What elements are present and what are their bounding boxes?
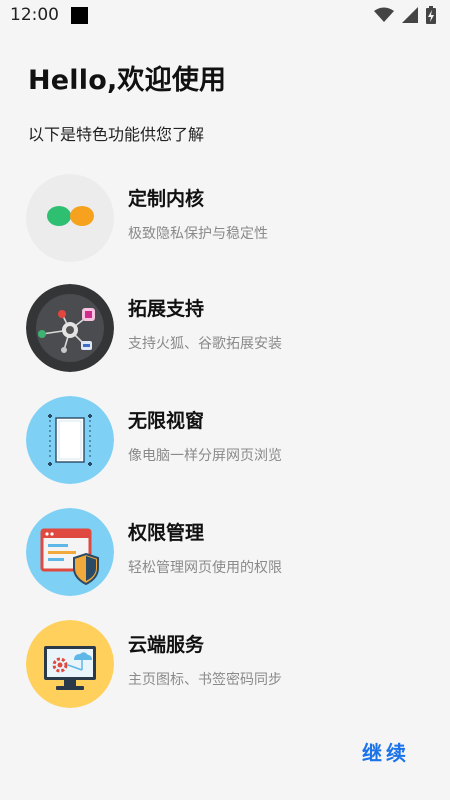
notification-square-icon [71, 6, 88, 24]
feature-title: 拓展支持 [128, 298, 205, 320]
feature-item-extension-support: 拓展支持 支持火狐、谷歌拓展安装 [26, 280, 426, 372]
custom-kernel-icon [26, 174, 114, 262]
feature-title: 定制内核 [128, 188, 205, 210]
feature-title: 云端服务 [128, 634, 205, 656]
extension-support-icon [26, 284, 114, 372]
feature-desc: 主页图标、书签密码同步 [128, 672, 282, 688]
battery-charging-icon [426, 6, 436, 24]
feature-item-unlimited-window: 无限视窗 像电脑一样分屏网页浏览 [26, 392, 426, 484]
feature-desc: 极致隐私保护与稳定性 [128, 226, 268, 242]
signal-icon [402, 7, 418, 23]
status-right [374, 6, 436, 24]
page-title: Hello,欢迎使用 [28, 65, 227, 96]
page-subtitle: 以下是特色功能供您了解 [28, 125, 205, 144]
status-left: 12:00 [10, 5, 88, 25]
feature-desc: 轻松管理网页使用的权限 [128, 560, 282, 576]
status-bar: 12:00 [0, 0, 450, 30]
feature-desc: 支持火狐、谷歌拓展安装 [128, 336, 282, 352]
permission-management-icon [26, 508, 114, 596]
status-time: 12:00 [10, 5, 59, 25]
feature-item-permission-management: 权限管理 轻松管理网页使用的权限 [26, 504, 426, 596]
feature-item-cloud-service: 云端服务 主页图标、书签密码同步 [26, 616, 426, 708]
feature-item-custom-kernel: 定制内核 极致隐私保护与稳定性 [26, 170, 426, 262]
continue-button[interactable]: 继续 [360, 733, 412, 770]
wifi-icon [374, 7, 394, 22]
feature-desc: 像电脑一样分屏网页浏览 [128, 448, 282, 464]
unlimited-window-icon [26, 396, 114, 484]
feature-title: 无限视窗 [128, 410, 205, 432]
cloud-service-icon [26, 620, 114, 708]
feature-title: 权限管理 [128, 522, 205, 544]
